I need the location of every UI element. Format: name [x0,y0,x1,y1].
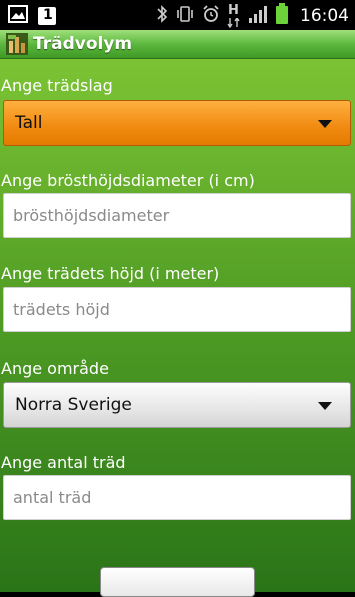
signal-icon [248,4,268,28]
notification-count: 1 [43,7,53,23]
app-title-bar: Trädvolym [0,30,355,59]
form-container: Ange trädslag Tall Ange brösthöjdsdiamet… [0,59,355,592]
chevron-down-icon [318,120,332,128]
alarm-icon [202,4,220,28]
status-time: 16:04 [300,6,349,26]
count-placeholder: antal träd [13,488,92,507]
data-h-icon: H [227,3,241,28]
data-type-label: H [228,3,239,18]
bluetooth-icon [156,4,168,28]
calculate-button[interactable] [100,567,255,597]
battery-icon [275,3,289,29]
vibrate-icon [175,4,195,28]
diameter-input[interactable]: brösthöjdsdiameter [3,193,351,238]
species-spinner[interactable]: Tall [3,100,351,146]
height-placeholder: trädets höjd [13,300,110,319]
diameter-placeholder: brösthöjdsdiameter [13,206,170,225]
diameter-label: Ange brösthöjdsdiameter (i cm) [1,171,255,190]
app-logo-icon [6,33,28,55]
height-input[interactable]: trädets höjd [3,287,351,332]
region-spinner-value: Norra Sverige [15,395,132,415]
species-spinner-value: Tall [15,113,43,133]
chevron-down-icon [318,402,332,410]
count-input[interactable]: antal träd [3,475,351,520]
count-label: Ange antal träd [1,453,126,472]
image-icon [8,5,28,27]
notification-one-icon: 1 [38,7,56,25]
status-bar: 1 H 16:04 [0,0,355,30]
region-spinner[interactable]: Norra Sverige [3,382,351,428]
app-title: Trädvolym [33,34,133,54]
height-label: Ange trädets höjd (i meter) [1,264,220,283]
region-label: Ange område [1,359,109,378]
species-label: Ange trädslag [1,76,113,95]
